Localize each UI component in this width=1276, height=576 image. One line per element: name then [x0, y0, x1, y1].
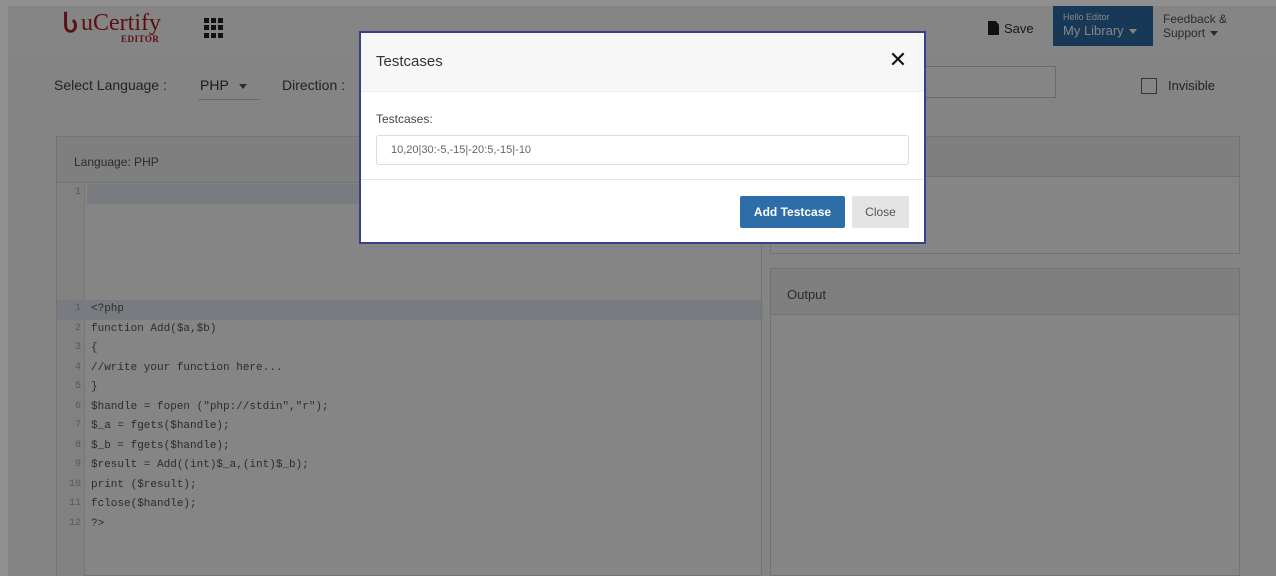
- close-button[interactable]: Close: [852, 196, 909, 228]
- testcases-field-label: Testcases:: [376, 112, 433, 126]
- close-icon[interactable]: ✕: [887, 49, 909, 71]
- modal-title: Testcases: [376, 53, 443, 70]
- modal-header: Testcases ✕: [361, 33, 924, 91]
- modal-body: Testcases:: [361, 91, 924, 179]
- add-testcase-button[interactable]: Add Testcase: [740, 196, 845, 228]
- modal-footer: Add Testcase Close: [361, 179, 924, 242]
- testcases-modal: Testcases ✕ Testcases: Add Testcase Clos…: [359, 31, 926, 244]
- testcases-input[interactable]: [376, 135, 909, 165]
